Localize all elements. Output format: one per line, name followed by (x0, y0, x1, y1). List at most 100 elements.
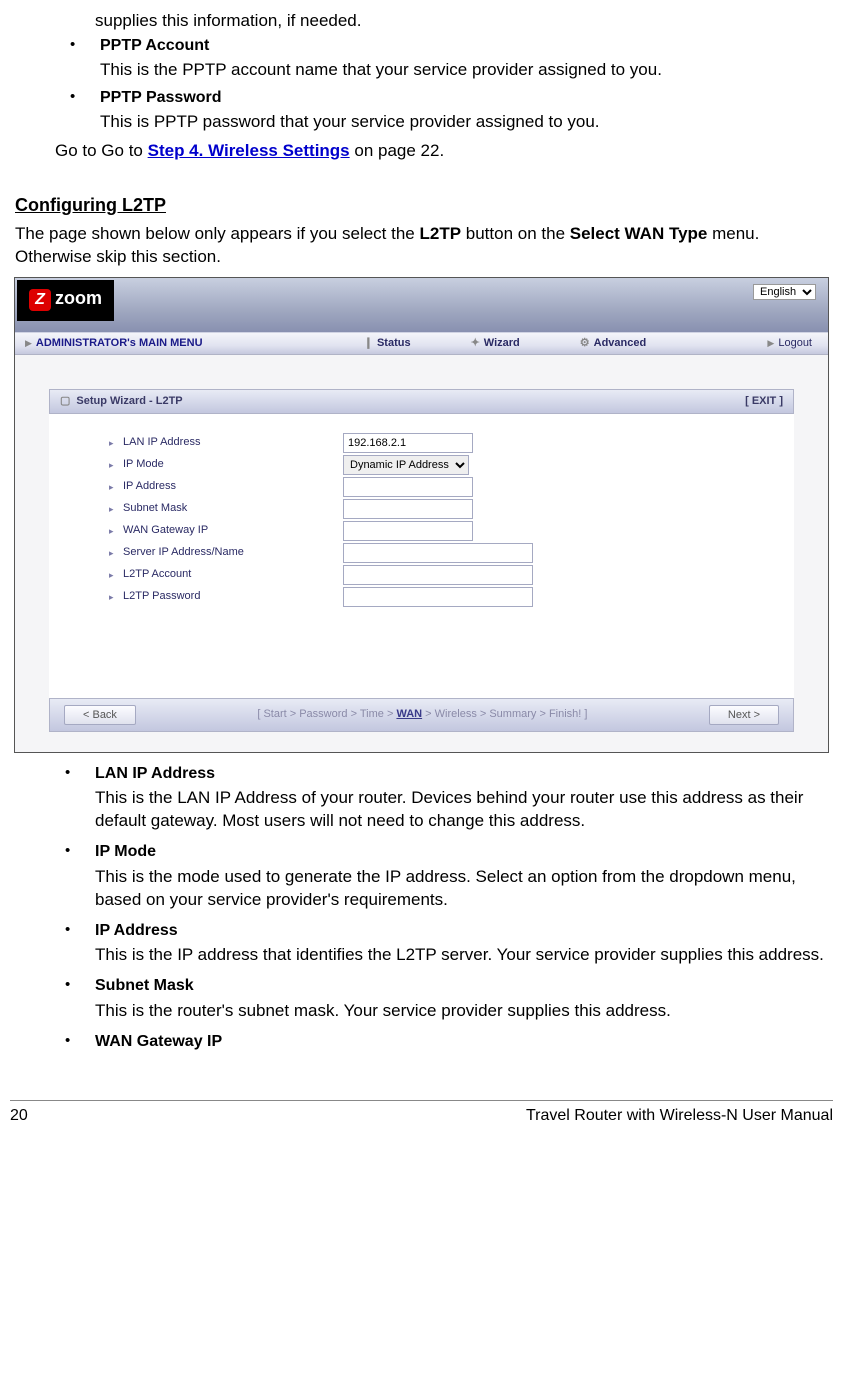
bullet-desc: This is the mode used to generate the IP… (95, 866, 833, 912)
bullet-pptp-account: • PPTP Account This is the PPTP account … (70, 35, 833, 82)
zoom-logo: Zzoom (17, 280, 114, 321)
bullet-title: WAN Gateway IP (95, 1031, 222, 1053)
screenshot-header-bar: Zzoom English (15, 278, 828, 332)
field-label: WAN Gateway IP (123, 523, 343, 538)
field-row-lan-ip: ▸ LAN IP Address (109, 432, 794, 454)
bullet-lan-ip-address: • LAN IP Address This is the LAN IP Addr… (65, 763, 833, 833)
bullet-ip-mode: • IP Mode This is the mode used to gener… (65, 841, 833, 911)
field-label: L2TP Password (123, 589, 343, 604)
bullet-title: PPTP Account (100, 35, 209, 57)
wan-gateway-ip-input[interactable] (343, 521, 473, 541)
intro-text: button on the (461, 224, 570, 243)
field-arrow-icon: ▸ (109, 591, 123, 603)
field-row-l2tp-password: ▸ L2TP Password (109, 586, 794, 608)
bullet-desc: This is the router's subnet mask. Your s… (95, 1000, 833, 1023)
bullet-dot: • (70, 87, 100, 107)
bullet-title: PPTP Password (100, 87, 222, 109)
bullet-dot: • (65, 763, 95, 783)
page-footer: 20 Travel Router with Wireless-N User Ma… (10, 1100, 833, 1127)
prev-page-trailing-text: supplies this information, if needed. (95, 10, 833, 33)
field-row-subnet-mask: ▸ Subnet Mask (109, 498, 794, 520)
bullet-desc: This is the LAN IP Address of your route… (95, 787, 833, 833)
field-arrow-icon: ▸ (109, 525, 123, 537)
status-icon: ❙ (364, 337, 373, 349)
bullet-subnet-mask: • Subnet Mask This is the router's subne… (65, 975, 833, 1023)
bullet-pptp-password: • PPTP Password This is PPTP password th… (70, 87, 833, 134)
wizard-breadcrumb: [ Start > Password > Time > WAN > Wirele… (136, 707, 709, 722)
screenshot-nav-bar: ▶ ADMINISTRATOR's MAIN MENU ❙Status ✦Wiz… (15, 332, 828, 355)
nav-admin-title: ADMINISTRATOR's MAIN MENU (36, 336, 203, 351)
field-row-ip-mode: ▸ IP Mode Dynamic IP Address (109, 454, 794, 476)
bullet-desc: This is PPTP password that your service … (100, 111, 833, 134)
field-arrow-icon: ▸ (109, 459, 123, 471)
field-row-wan-gateway: ▸ WAN Gateway IP (109, 520, 794, 542)
field-row-l2tp-account: ▸ L2TP Account (109, 564, 794, 586)
field-row-ip-address: ▸ IP Address (109, 476, 794, 498)
goto-post: on page 22. (350, 141, 445, 160)
bullet-ip-address: • IP Address This is the IP address that… (65, 920, 833, 968)
intro-bold-l2tp: L2TP (419, 224, 461, 243)
intro-bold-select-wan: Select WAN Type (570, 224, 708, 243)
document-title: Travel Router with Wireless-N User Manua… (526, 1105, 833, 1127)
bullet-desc: This is the PPTP account name that your … (100, 59, 833, 82)
bullet-title: IP Mode (95, 841, 156, 863)
field-label: LAN IP Address (123, 435, 343, 450)
crumb-pre: [ Start > Password > Time > (257, 708, 396, 720)
advanced-icon: ⚙ (580, 337, 590, 349)
zoom-logo-text: zoom (55, 288, 102, 308)
wizard-header: ▢ Setup Wizard - L2TP [ EXIT ] (49, 389, 794, 414)
bullet-title: IP Address (95, 920, 178, 942)
bullet-dot: • (65, 920, 95, 940)
router-admin-screenshot: Zzoom English ▶ ADMINISTRATOR's MAIN MEN… (14, 277, 829, 753)
ip-address-input[interactable] (343, 477, 473, 497)
bullet-wan-gateway-ip: • WAN Gateway IP (65, 1031, 833, 1053)
crumb-post: > Wireless > Summary > Finish! ] (422, 708, 587, 720)
field-arrow-icon: ▸ (109, 437, 123, 449)
field-label: Subnet Mask (123, 501, 343, 516)
server-ip-address-input[interactable] (343, 543, 533, 563)
field-arrow-icon: ▸ (109, 547, 123, 559)
bullet-dot: • (65, 975, 95, 995)
field-row-server-ip: ▸ Server IP Address/Name (109, 542, 794, 564)
field-arrow-icon: ▸ (109, 503, 123, 515)
lan-ip-address-input[interactable] (343, 433, 473, 453)
section-intro-paragraph: The page shown below only appears if you… (15, 223, 827, 269)
wizard-icon: ✦ (471, 337, 480, 349)
l2tp-account-input[interactable] (343, 565, 533, 585)
field-arrow-icon: ▸ (109, 481, 123, 493)
field-label: L2TP Account (123, 567, 343, 582)
nav-logout-link[interactable]: ▶Logout (767, 336, 812, 351)
next-button[interactable]: Next > (709, 705, 779, 725)
ip-mode-select[interactable]: Dynamic IP Address (343, 455, 469, 475)
field-label: Server IP Address/Name (123, 545, 343, 560)
l2tp-password-input[interactable] (343, 587, 533, 607)
wizard-exit-link[interactable]: [ EXIT ] (745, 394, 783, 409)
bullet-title: LAN IP Address (95, 763, 215, 785)
page-number: 20 (10, 1105, 28, 1127)
nav-tab-wizard[interactable]: ✦Wizard (471, 336, 520, 351)
bullet-desc: This is the IP address that identifies t… (95, 944, 833, 967)
goto-pre: Go to Go to (55, 141, 148, 160)
subnet-mask-input[interactable] (343, 499, 473, 519)
zoom-logo-icon: Z (29, 289, 51, 311)
field-label: IP Mode (123, 457, 343, 472)
step4-link[interactable]: Step 4. Wireless Settings (148, 141, 350, 160)
bullet-title: Subnet Mask (95, 975, 194, 997)
logout-triangle-icon: ▶ (767, 338, 774, 348)
bullet-dot: • (65, 1031, 95, 1051)
wizard-head-icon: ▢ (60, 395, 70, 407)
language-select[interactable]: English (753, 284, 816, 300)
back-button[interactable]: < Back (64, 705, 136, 725)
bullet-dot: • (65, 841, 95, 861)
nav-tab-advanced[interactable]: ⚙Advanced (580, 336, 646, 351)
crumb-current-wan: WAN (396, 708, 422, 720)
bullet-dot: • (70, 35, 100, 55)
goto-step4-line: Go to Go to Step 4. Wireless Settings on… (55, 140, 833, 163)
field-label: IP Address (123, 479, 343, 494)
wizard-title-text: Setup Wizard - L2TP (76, 395, 182, 407)
nav-tab-status[interactable]: ❙Status (364, 336, 411, 351)
intro-text: The page shown below only appears if you… (15, 224, 419, 243)
section-heading-configuring-l2tp: Configuring L2TP (15, 193, 833, 217)
field-arrow-icon: ▸ (109, 569, 123, 581)
nav-triangle-icon: ▶ (25, 337, 32, 349)
